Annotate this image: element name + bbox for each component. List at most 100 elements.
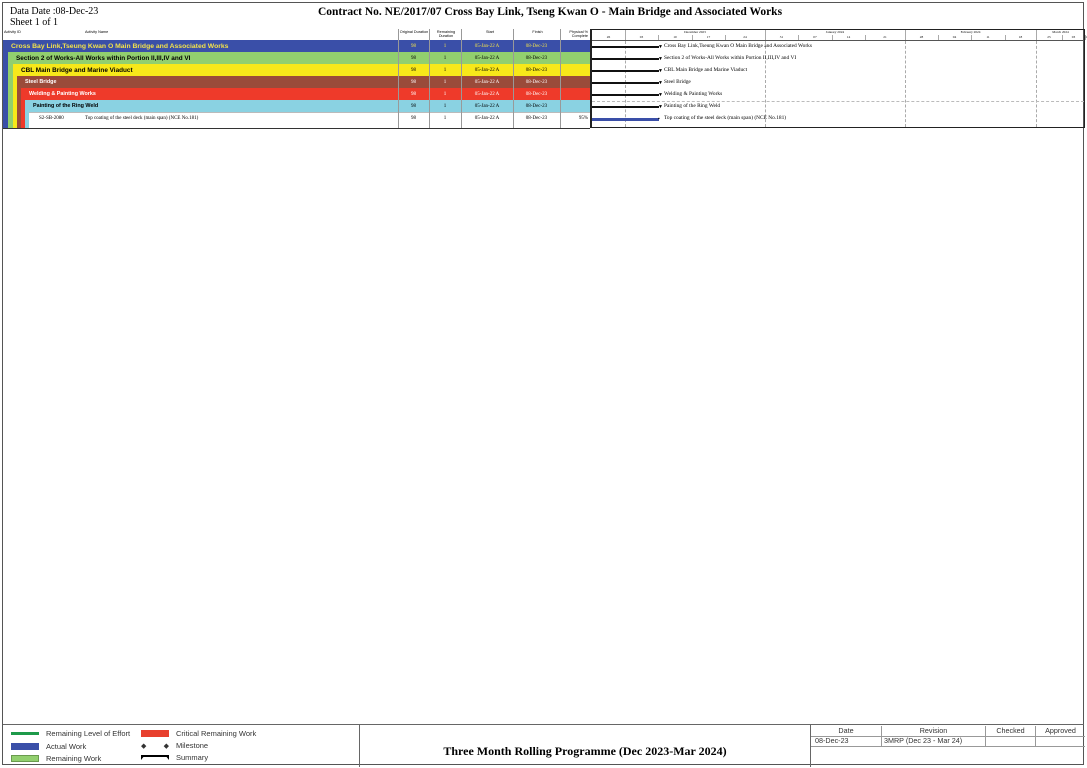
row-start: 05-Jan-22 A: [474, 91, 500, 97]
summary-bar[interactable]: [592, 94, 659, 96]
legend-item: ◆ ◆ Milestone: [141, 741, 208, 750]
row-original-duration: 98: [411, 43, 416, 49]
gantt-chart: December 2023 January 2024 February 2024…: [590, 29, 1087, 128]
summary-end-icon: ▼: [658, 81, 663, 86]
col-activity-name: Activity Name: [85, 30, 109, 34]
row-start: 05-Jan-22 A: [474, 103, 500, 109]
summary-bar[interactable]: [592, 82, 659, 84]
row-remaining-duration: 1: [443, 115, 447, 121]
row-remaining-duration: 1: [443, 43, 447, 49]
bar-label: Steel Bridge: [664, 79, 691, 85]
rev-approved: [1036, 736, 1085, 746]
col-remaining-duration: Remaining Duration: [436, 30, 456, 38]
legend-swatch: [141, 730, 169, 737]
row-physical-complete: [560, 76, 590, 88]
col-original-duration: Original Duration: [399, 30, 429, 34]
bar-label: Section 2 of Works-All Works within Port…: [664, 55, 797, 61]
milestone-icon: ◆ ◆: [141, 742, 169, 750]
legend-label: Milestone: [176, 741, 209, 750]
summary-bar[interactable]: [592, 70, 659, 72]
col-separator: [429, 29, 430, 128]
row-physical-complete: [560, 64, 590, 76]
data-date: Data Date :08-Dec-23: [10, 6, 99, 17]
rev-header-revision: Revision: [882, 726, 986, 736]
legend-item: Summary: [141, 753, 208, 762]
summary-end-icon: ▼: [658, 105, 663, 110]
legend-label: Summary: [176, 753, 209, 762]
row-finish: 08-Dec-23: [525, 67, 548, 73]
row-finish: 08-Dec-23: [525, 55, 548, 61]
grid-line: [905, 41, 906, 127]
row-finish: 08-Dec-23: [525, 43, 548, 49]
summary-bar[interactable]: [592, 58, 659, 60]
rev-header-approved: Approved: [1045, 726, 1076, 735]
timescale-divider: [592, 40, 1084, 41]
rev-date: 08-Dec-23: [811, 736, 882, 746]
col-start: Start: [485, 30, 495, 34]
bar-label: Top coating of the steel deck (main span…: [664, 115, 787, 121]
row-remaining-duration: 1: [443, 55, 447, 61]
row-activity-id: S2-SB-2080: [39, 116, 64, 121]
row-remaining-duration: 1: [443, 79, 447, 85]
col-physical-complete: Physical % Complete: [569, 30, 588, 38]
row-start: 05-Jan-22 A: [474, 115, 500, 121]
row-remaining-duration: 1: [443, 103, 447, 109]
bar-label: Painting of the Ring Weld: [664, 103, 721, 109]
sheet-number: Sheet 1 of 1: [10, 17, 59, 28]
legend-item: Critical Remaining Work: [141, 729, 256, 738]
summary-bar[interactable]: [592, 106, 659, 108]
actual-work-bar[interactable]: [592, 118, 659, 121]
col-separator: [513, 29, 514, 128]
row-physical-complete: 95%: [578, 115, 588, 121]
summary-bar[interactable]: [592, 46, 659, 48]
row-original-duration: 98: [411, 115, 416, 121]
rev-header-date: Date: [811, 726, 882, 736]
row-original-duration: 98: [411, 79, 416, 85]
row-name: CBL Main Bridge and Marine Viaduct: [21, 66, 133, 74]
row-physical-complete: [560, 40, 590, 52]
rev-checked: [986, 736, 1036, 746]
bar-label: Welding & Painting Works: [664, 91, 723, 97]
activity-table: Activity ID Activity Name Original Durat…: [3, 29, 590, 129]
row-physical-complete: [560, 100, 590, 112]
summary-end-icon: ▼: [658, 93, 663, 98]
programme-title: Three Month Rolling Programme (Dec 2023-…: [443, 744, 727, 758]
summary-end-icon: ▼: [658, 57, 663, 62]
legend: Remaining Level of Effort Actual Work Re…: [3, 725, 360, 767]
row-finish: 08-Dec-23: [525, 115, 548, 121]
bar-label: CBL Main Bridge and Marine Viaduct: [664, 67, 748, 73]
row-original-duration: 98: [411, 91, 416, 97]
row-start: 05-Jan-22 A: [474, 67, 500, 73]
col-activity-id: Activity ID: [4, 30, 21, 34]
row-remaining-duration: 1: [443, 67, 447, 73]
legend-item: Remaining Work: [11, 754, 101, 763]
row-original-duration: 98: [411, 103, 416, 109]
summary-end-icon: ▼: [658, 69, 663, 74]
summary-end-icon: ▼: [658, 45, 663, 50]
header-info: Data Date :08-Dec-23 Sheet 1 of 1: [10, 6, 98, 28]
row-name: Welding & Painting Works: [29, 91, 96, 97]
row-finish: 08-Dec-23: [525, 79, 548, 85]
row-remaining-duration: 1: [443, 91, 447, 97]
revision-block: Date Revision Checked Approved 08-Dec-23…: [810, 725, 1085, 767]
legend-item: Remaining Level of Effort: [11, 729, 130, 738]
row-start: 05-Jan-22 A: [474, 55, 500, 61]
legend-swatch: [11, 755, 39, 762]
grid-line: [1036, 41, 1037, 127]
row-original-duration: 98: [411, 67, 416, 73]
row-name: Painting of the Ring Weld: [33, 103, 99, 109]
row-original-duration: 98: [411, 55, 416, 61]
legend-swatch: [11, 743, 39, 750]
col-separator: [461, 29, 462, 128]
rev-divider: [811, 746, 1085, 747]
summary-icon: [141, 754, 169, 761]
grid-line: [625, 41, 626, 127]
bar-end-marker-icon: ▪: [658, 117, 660, 122]
row-name: Steel Bridge: [25, 79, 57, 85]
row-start: 05-Jan-22 A: [474, 43, 500, 49]
row-name: Section 2 of Works-All Works within Port…: [16, 54, 191, 62]
rev-revision: 3MRP (Dec 23 - Mar 24): [882, 736, 986, 746]
data-date-row-line: [592, 101, 1084, 102]
row-finish: 08-Dec-23: [525, 103, 548, 109]
rev-header-checked: Checked: [986, 726, 1036, 736]
